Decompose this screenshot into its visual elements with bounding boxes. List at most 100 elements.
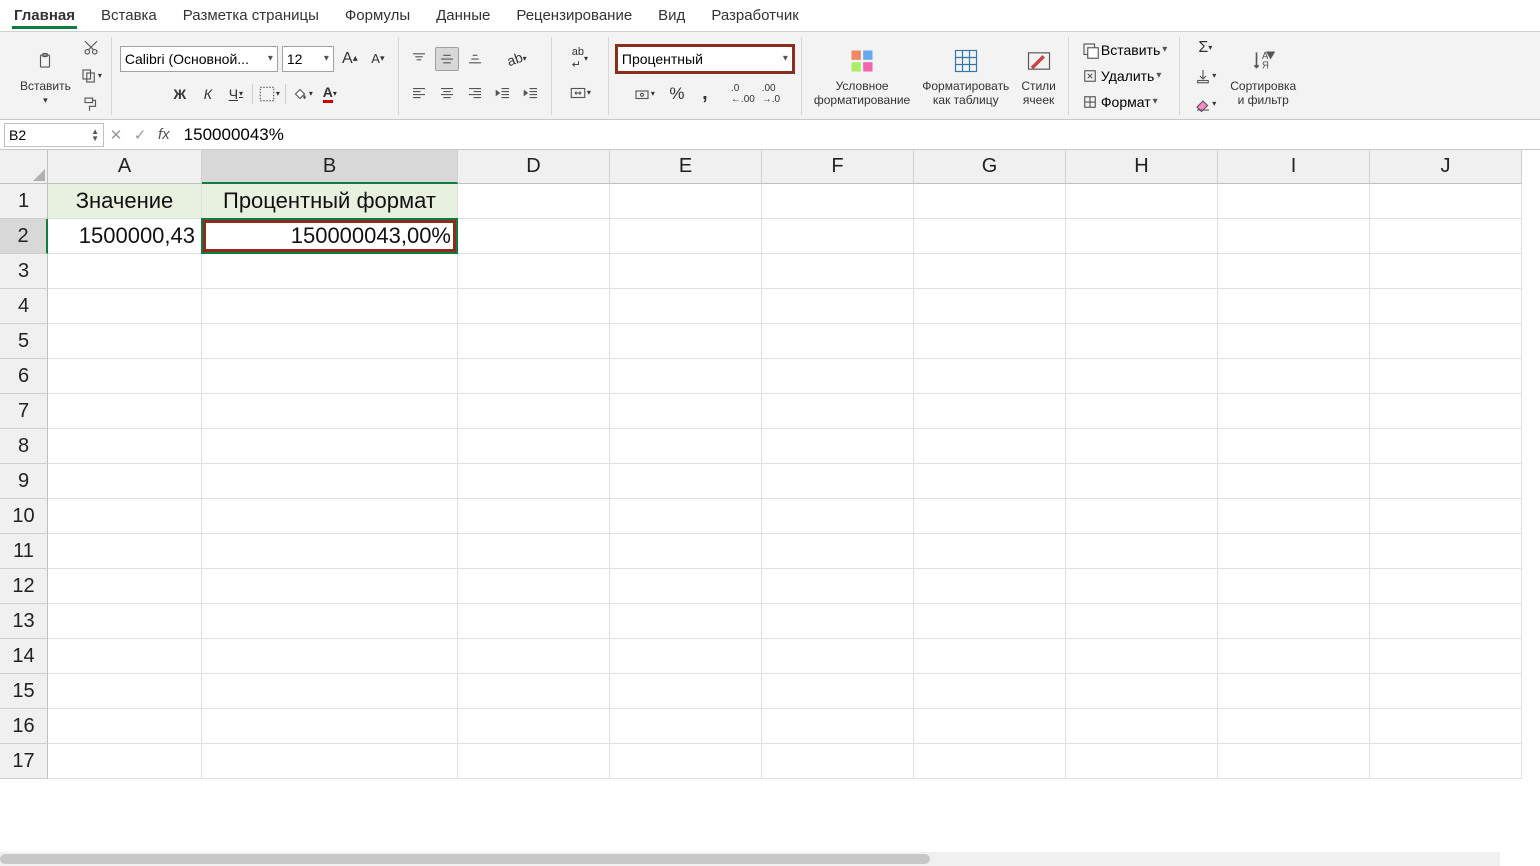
cell-I9[interactable] — [1218, 464, 1370, 499]
tab-developer[interactable]: Разработчик — [709, 2, 800, 29]
cell-B17[interactable] — [202, 744, 458, 779]
cell-A15[interactable] — [48, 674, 202, 709]
decrease-indent-icon[interactable] — [491, 81, 515, 105]
sort-filter-button[interactable]: АЯ Сортировка и фильтр — [1226, 43, 1300, 109]
cell-I6[interactable] — [1218, 359, 1370, 394]
cell-F11[interactable] — [762, 534, 914, 569]
cell-H10[interactable] — [1066, 499, 1218, 534]
cell-B10[interactable] — [202, 499, 458, 534]
cell-B4[interactable] — [202, 289, 458, 324]
formula-input[interactable]: 150000043% — [176, 125, 1540, 145]
cell-A6[interactable] — [48, 359, 202, 394]
cell-B9[interactable] — [202, 464, 458, 499]
cell-F9[interactable] — [762, 464, 914, 499]
cell-J10[interactable] — [1370, 499, 1522, 534]
scroll-thumb[interactable] — [0, 854, 930, 864]
cell-D5[interactable] — [458, 324, 610, 359]
cell-I12[interactable] — [1218, 569, 1370, 604]
cell-E15[interactable] — [610, 674, 762, 709]
cell-I13[interactable] — [1218, 604, 1370, 639]
row-header-9[interactable]: 9 — [0, 464, 48, 499]
decrease-decimal-icon[interactable]: .00→.0 — [759, 82, 783, 106]
cell-B1[interactable]: Процентный формат — [202, 184, 458, 219]
format-as-table-button[interactable]: Форматировать как таблицу — [918, 43, 1013, 109]
row-header-10[interactable]: 10 — [0, 499, 48, 534]
cell-E17[interactable] — [610, 744, 762, 779]
cell-A13[interactable] — [48, 604, 202, 639]
cell-I4[interactable] — [1218, 289, 1370, 324]
cell-E1[interactable] — [610, 184, 762, 219]
cell-H13[interactable] — [1066, 604, 1218, 639]
cell-D4[interactable] — [458, 289, 610, 324]
increase-font-icon[interactable]: A▴ — [338, 47, 362, 71]
cell-H3[interactable] — [1066, 254, 1218, 289]
select-all-corner[interactable] — [0, 150, 48, 184]
cell-F8[interactable] — [762, 429, 914, 464]
currency-button[interactable]: ▾ — [627, 82, 661, 106]
cell-F17[interactable] — [762, 744, 914, 779]
cell-D17[interactable] — [458, 744, 610, 779]
cut-button[interactable] — [79, 36, 103, 60]
cell-H17[interactable] — [1066, 744, 1218, 779]
cell-D14[interactable] — [458, 639, 610, 674]
italic-button[interactable]: К — [196, 82, 220, 106]
cell-A17[interactable] — [48, 744, 202, 779]
cell-B11[interactable] — [202, 534, 458, 569]
bold-button[interactable]: Ж — [168, 82, 192, 106]
cell-F7[interactable] — [762, 394, 914, 429]
cell-H7[interactable] — [1066, 394, 1218, 429]
tab-review[interactable]: Рецензирование — [514, 2, 634, 29]
cell-A7[interactable] — [48, 394, 202, 429]
row-header-7[interactable]: 7 — [0, 394, 48, 429]
cell-B7[interactable] — [202, 394, 458, 429]
cell-B2[interactable]: 150000043,00% — [202, 219, 458, 254]
font-size-dropdown[interactable]: 12▾ — [282, 46, 334, 72]
wrap-text-button[interactable]: ab↵▾ — [560, 47, 600, 71]
cell-B15[interactable] — [202, 674, 458, 709]
cell-I7[interactable] — [1218, 394, 1370, 429]
cell-E8[interactable] — [610, 429, 762, 464]
cell-H15[interactable] — [1066, 674, 1218, 709]
cell-A1[interactable]: Значение — [48, 184, 202, 219]
cell-D11[interactable] — [458, 534, 610, 569]
row-header-11[interactable]: 11 — [0, 534, 48, 569]
cell-F14[interactable] — [762, 639, 914, 674]
cell-A9[interactable] — [48, 464, 202, 499]
cell-B8[interactable] — [202, 429, 458, 464]
cell-G4[interactable] — [914, 289, 1066, 324]
cell-B12[interactable] — [202, 569, 458, 604]
cell-E3[interactable] — [610, 254, 762, 289]
font-color-button[interactable]: А▾ — [318, 82, 342, 106]
align-center-icon[interactable] — [435, 81, 459, 105]
cell-F10[interactable] — [762, 499, 914, 534]
fill-button[interactable]: ▾ — [1188, 64, 1222, 88]
underline-button[interactable]: Ч▾ — [224, 82, 248, 106]
orientation-button[interactable]: ab▾ — [500, 47, 534, 71]
cell-H8[interactable] — [1066, 429, 1218, 464]
col-header-J[interactable]: J — [1370, 150, 1522, 184]
fill-color-button[interactable]: ▾ — [290, 82, 314, 106]
cell-H1[interactable] — [1066, 184, 1218, 219]
cell-E16[interactable] — [610, 709, 762, 744]
format-painter-button[interactable] — [79, 92, 103, 116]
comma-button[interactable]: , — [693, 82, 717, 106]
fx-icon[interactable]: fx — [152, 126, 176, 143]
insert-cells-button[interactable]: Вставить▾ — [1077, 39, 1171, 61]
cell-J14[interactable] — [1370, 639, 1522, 674]
merge-button[interactable]: ▾ — [560, 81, 600, 105]
cell-H2[interactable] — [1066, 219, 1218, 254]
cell-D10[interactable] — [458, 499, 610, 534]
cell-E14[interactable] — [610, 639, 762, 674]
row-header-14[interactable]: 14 — [0, 639, 48, 674]
cell-E4[interactable] — [610, 289, 762, 324]
cell-G2[interactable] — [914, 219, 1066, 254]
cell-G11[interactable] — [914, 534, 1066, 569]
tab-view[interactable]: Вид — [656, 2, 687, 29]
cell-E13[interactable] — [610, 604, 762, 639]
tab-formulas[interactable]: Формулы — [343, 2, 412, 29]
cell-F12[interactable] — [762, 569, 914, 604]
cell-F6[interactable] — [762, 359, 914, 394]
col-header-F[interactable]: F — [762, 150, 914, 184]
cell-J15[interactable] — [1370, 674, 1522, 709]
cell-I1[interactable] — [1218, 184, 1370, 219]
